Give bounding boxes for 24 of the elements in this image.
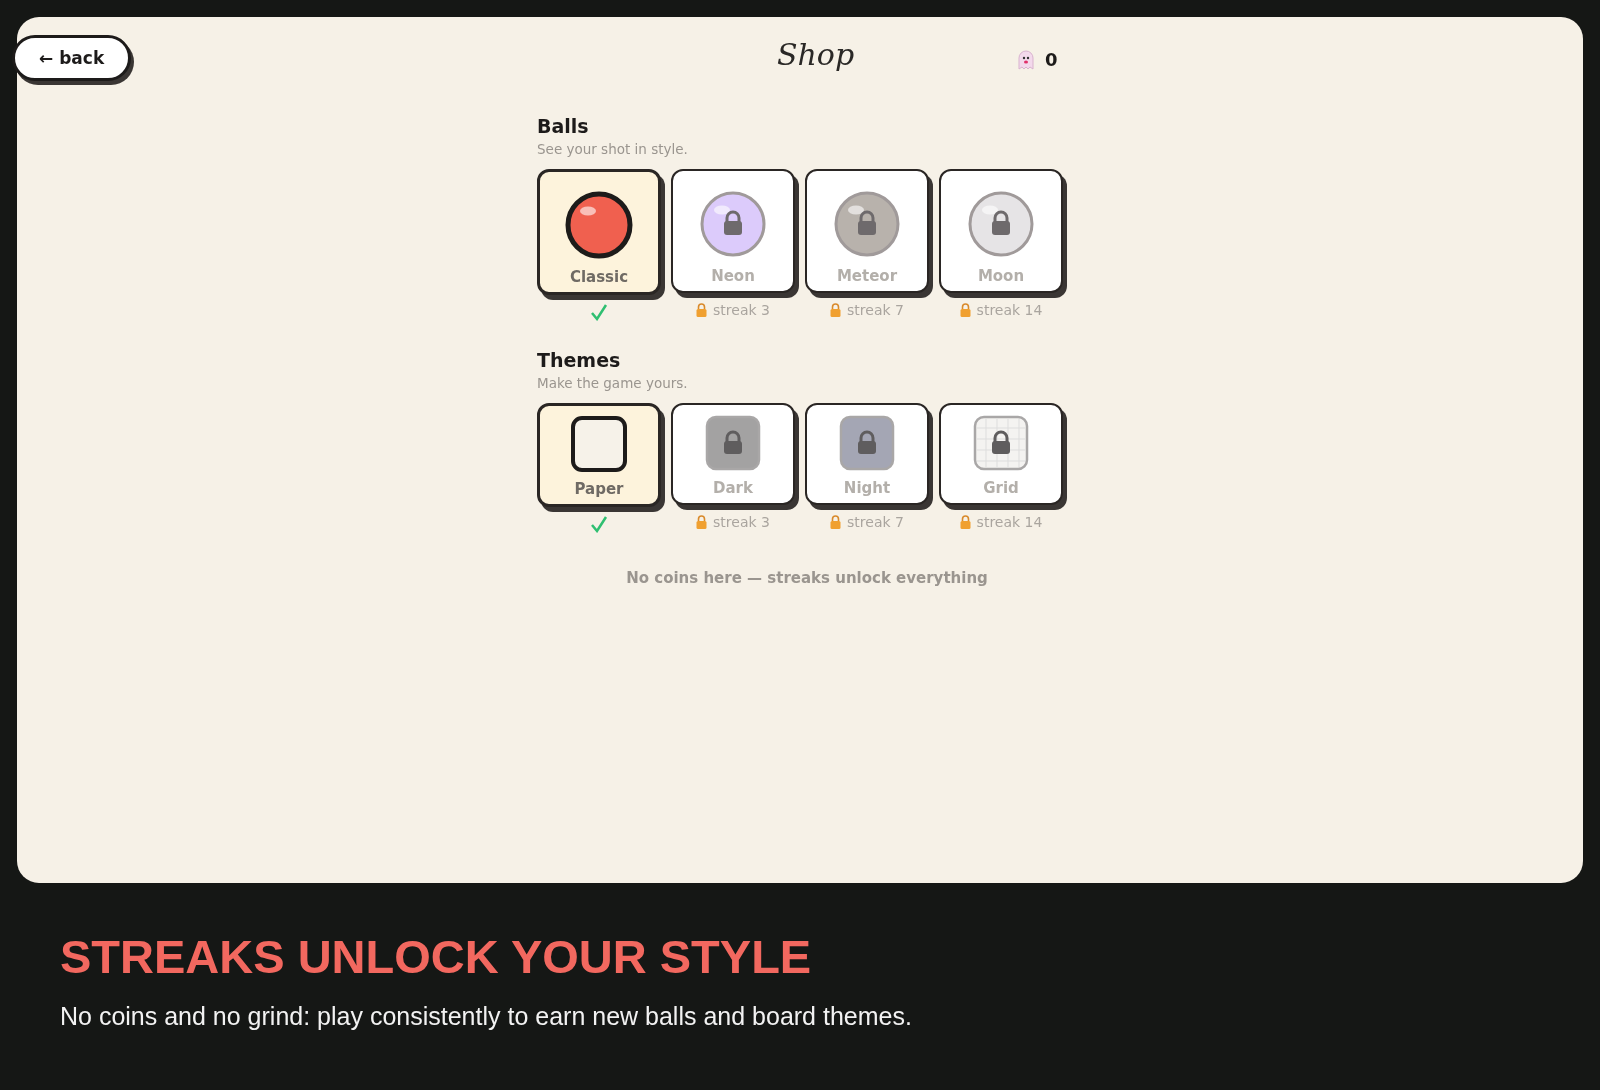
lock-icon [696, 515, 708, 529]
unlock-requirement: streak 7 [847, 514, 904, 530]
caption-heading: STREAKS UNLOCK YOUR STYLE [60, 929, 813, 984]
section-subtitle: Make the game yours. [537, 375, 689, 391]
unlock-requirement: streak 3 [713, 302, 770, 318]
checkmark-icon [590, 303, 608, 321]
unlock-requirement: streak 14 [976, 302, 1043, 318]
section-title: Themes [537, 349, 622, 371]
lock-icon [959, 515, 971, 529]
section-subtitle: See your shot in style. [537, 141, 689, 157]
lock-icon [696, 303, 708, 317]
lock-icon [830, 515, 842, 529]
unlock-requirement: streak 7 [847, 302, 904, 318]
streak-count: 0 [1045, 49, 1058, 70]
ghost-icon [1017, 49, 1035, 70]
unlock-requirement: streak 14 [976, 514, 1043, 530]
caption-text: No coins and no grind: play consistently to earn new balls and board themes. [60, 1002, 913, 1031]
shop-title: Shop [777, 37, 855, 72]
checkmark-icon [590, 515, 608, 533]
lock-icon [830, 303, 842, 317]
footer-note: No coins here — streaks unlock everything [625, 569, 989, 587]
section-title: Balls [537, 115, 590, 137]
lock-icon [959, 303, 971, 317]
unlock-requirement: streak 3 [713, 514, 770, 530]
